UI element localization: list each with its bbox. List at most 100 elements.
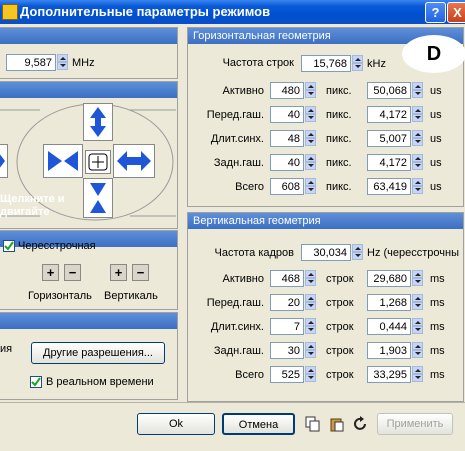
h-row-value-spinner[interactable] <box>305 82 316 99</box>
v-row-label: Всего <box>235 369 264 381</box>
resize-grip[interactable] <box>454 437 464 449</box>
h-row-unit: пикс. <box>326 133 352 145</box>
drag-hint-line1: Щелкните и <box>0 193 65 205</box>
interlace-label: Чересстрочная <box>18 240 96 252</box>
v-row-time-unit: ms <box>430 273 445 285</box>
move-down-box[interactable] <box>83 178 113 218</box>
h-row-value-field[interactable]: 608 <box>270 178 304 195</box>
interlace-checkbox[interactable] <box>3 240 15 252</box>
reset-icon[interactable] <box>353 416 369 432</box>
frame-frequency-field[interactable]: 30,034 <box>301 244 351 261</box>
other-resolutions-button[interactable]: Другие разрешения... <box>31 342 165 364</box>
v-row-time-field[interactable]: 29,680 <box>367 270 411 287</box>
v-row-unit: строк <box>326 297 354 309</box>
v-row-label: Перед.гаш. <box>206 297 264 309</box>
h-row-value-spinner[interactable] <box>305 154 316 171</box>
copy-icon[interactable] <box>305 416 321 432</box>
h-row-time-field[interactable]: 63,419 <box>367 178 411 195</box>
v-row-time-spinner[interactable] <box>412 318 423 335</box>
h-row-time-unit: us <box>430 181 442 193</box>
horizontal-plus-button[interactable]: + <box>42 264 59 281</box>
ok-button[interactable]: Ok <box>137 413 215 435</box>
arrow-inward-v-icon <box>90 183 106 213</box>
v-row-time-field[interactable]: 0,444 <box>367 318 411 335</box>
h-row-time-field[interactable]: 4,172 <box>367 154 411 171</box>
h-row-label: Длит.синх. <box>210 133 264 145</box>
h-row-label: Перед.гаш. <box>206 109 264 121</box>
arrow-left-icon <box>0 154 5 168</box>
move-far-left-box[interactable] <box>0 144 8 178</box>
position-panel-header <box>0 82 177 98</box>
h-row-label: Активно <box>222 85 265 97</box>
v-row-time-spinner[interactable] <box>412 294 423 311</box>
resolution-partial-label: ия <box>0 343 13 355</box>
v-row-value-field[interactable]: 468 <box>270 270 304 287</box>
paste-icon[interactable] <box>329 416 345 432</box>
h-row-time-field[interactable]: 5,007 <box>367 130 411 147</box>
h-row-value-field[interactable]: 480 <box>270 82 304 99</box>
center-move-box[interactable] <box>85 150 111 174</box>
h-row-value-field[interactable]: 40 <box>270 106 304 123</box>
cancel-button[interactable]: Отмена <box>222 413 295 435</box>
h-row-value-spinner[interactable] <box>305 106 316 123</box>
v-row-value-spinner[interactable] <box>305 318 316 335</box>
arrow-outward-h-icon <box>117 151 151 171</box>
vertical-plus-button[interactable]: + <box>110 264 127 281</box>
pixel-clock-field[interactable]: 9,587 <box>6 54 56 71</box>
badge-d: D <box>402 35 465 73</box>
h-row-time-spinner[interactable] <box>412 82 423 99</box>
h-row-time-spinner[interactable] <box>412 178 423 195</box>
bottom-divider <box>0 402 465 403</box>
h-row-value-spinner[interactable] <box>305 178 316 195</box>
v-row-value-spinner[interactable] <box>305 366 316 383</box>
v-row-time-unit: ms <box>430 321 445 333</box>
v-row-value-field[interactable]: 20 <box>270 294 304 311</box>
resolution-panel-header <box>0 313 177 329</box>
h-row-time-field[interactable]: 50,068 <box>367 82 411 99</box>
h-row-value-spinner[interactable] <box>305 130 316 147</box>
horizontal-label: Горизонталь <box>28 290 92 302</box>
v-row-value-spinner[interactable] <box>305 294 316 311</box>
h-row-label: Задн.гаш. <box>213 157 264 169</box>
horizontal-minus-button[interactable]: − <box>64 264 81 281</box>
line-frequency-field[interactable]: 15,768 <box>301 55 351 72</box>
v-row-value-field[interactable]: 7 <box>270 318 304 335</box>
help-button[interactable]: ? <box>425 2 446 23</box>
v-row-value-spinner[interactable] <box>305 270 316 287</box>
v-row-value-field[interactable]: 525 <box>270 366 304 383</box>
line-frequency-label: Частота строк <box>222 57 294 69</box>
h-row-unit: пикс. <box>326 157 352 169</box>
v-row-time-spinner[interactable] <box>412 366 423 383</box>
move-up-box[interactable] <box>83 103 113 141</box>
close-button[interactable]: X <box>447 2 465 23</box>
v-row-unit: строк <box>326 345 354 357</box>
vertical-minus-button[interactable]: − <box>132 264 149 281</box>
realtime-checkbox[interactable] <box>30 376 42 388</box>
frame-frequency-spinner[interactable] <box>352 244 363 261</box>
line-frequency-spinner[interactable] <box>352 55 363 72</box>
frame-frequency-unit: Hz (чересстрочны <box>367 247 459 259</box>
v-row-value-field[interactable]: 30 <box>270 342 304 359</box>
v-row-value-spinner[interactable] <box>305 342 316 359</box>
apply-button[interactable]: Применить <box>377 413 453 435</box>
v-row-time-spinner[interactable] <box>412 270 423 287</box>
h-row-unit: пикс. <box>326 85 352 97</box>
v-row-time-unit: ms <box>430 345 445 357</box>
v-row-label: Задн.гаш. <box>213 345 264 357</box>
pixel-clock-spinner[interactable] <box>57 54 68 71</box>
v-row-time-field[interactable]: 33,295 <box>367 366 411 383</box>
v-row-time-field[interactable]: 1,903 <box>367 342 411 359</box>
h-row-time-spinner[interactable] <box>412 106 423 123</box>
h-row-value-field[interactable]: 48 <box>270 130 304 147</box>
v-row-label: Длит.синх. <box>210 321 264 333</box>
h-row-time-spinner[interactable] <box>412 154 423 171</box>
h-row-time-spinner[interactable] <box>412 130 423 147</box>
v-row-time-unit: ms <box>430 297 445 309</box>
window-title: Дополнительные параметры режимов <box>20 4 271 19</box>
h-row-time-field[interactable]: 4,172 <box>367 106 411 123</box>
v-row-time-field[interactable]: 1,268 <box>367 294 411 311</box>
move-left-box[interactable] <box>43 144 83 178</box>
move-right-box[interactable] <box>113 144 155 178</box>
h-row-value-field[interactable]: 40 <box>270 154 304 171</box>
v-row-time-spinner[interactable] <box>412 342 423 359</box>
